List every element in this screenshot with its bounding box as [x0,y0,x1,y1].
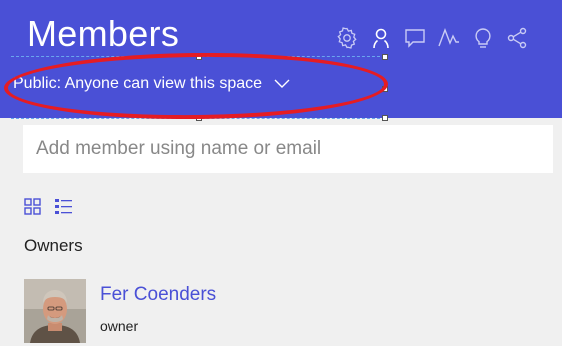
avatar[interactable] [24,279,86,343]
list-view-icon[interactable] [55,198,72,215]
gear-icon[interactable] [330,23,364,53]
comment-icon[interactable] [398,23,432,53]
owners-heading: Owners [24,236,83,255]
person-icon[interactable] [364,23,398,53]
share-icon[interactable] [500,23,534,53]
header: Members Public: Anyone can view this spa… [0,0,562,122]
member-role: owner [100,318,139,334]
selection-handle [382,115,388,121]
view-toggles [24,198,72,215]
header-toolbar [330,23,534,53]
lightbulb-icon[interactable] [466,23,500,53]
page-title: Members [27,13,180,54]
activity-icon[interactable] [432,23,466,53]
selection-handle [382,54,388,60]
member-name-link[interactable]: Fer Coenders [100,284,216,306]
add-member-input[interactable] [23,125,553,173]
grid-view-icon[interactable] [24,198,41,215]
